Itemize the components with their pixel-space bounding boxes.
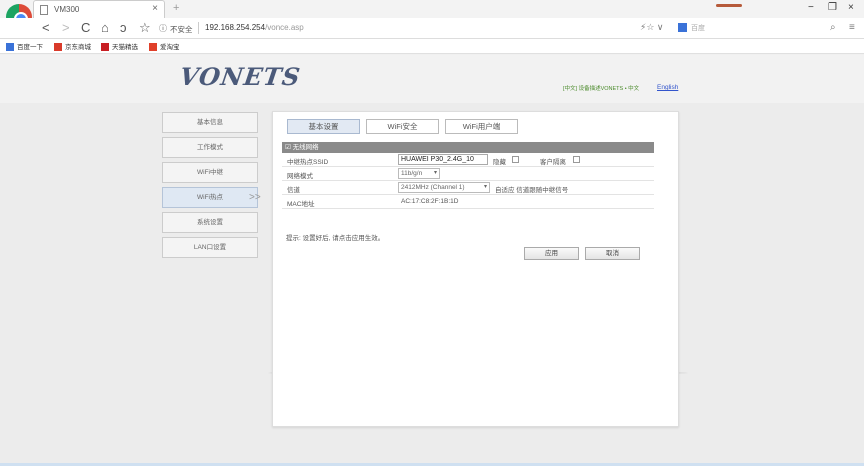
hint-text: 提示: 设置好后, 请点击应用生效。: [286, 235, 385, 242]
bookmark-item[interactable]: 京东商城: [54, 41, 91, 52]
bookmark-item[interactable]: 爱淘宝: [149, 41, 180, 52]
url-path: /vonce.asp: [265, 23, 304, 32]
search-icon[interactable]: ⌕: [830, 22, 836, 33]
tab-wifi-clients[interactable]: WiFi用户端: [445, 119, 518, 134]
home-button[interactable]: ⌂: [101, 20, 109, 35]
mode-label: 网络模式: [287, 173, 313, 180]
url-host: 192.168.254.254: [205, 23, 266, 32]
close-window-button[interactable]: ×: [848, 2, 854, 13]
page-header: VONETS [中文] 设备描述VONETS • 中文 English: [0, 55, 864, 103]
sidebar-item-wifi-hotspot[interactable]: WiFi热点 >>: [162, 187, 261, 208]
mac-label: MAC地址: [287, 201, 315, 208]
bookmark-star-icon[interactable]: ☆: [139, 20, 151, 36]
tab-wifi-security[interactable]: WiFi安全: [366, 119, 439, 134]
tab-close-icon[interactable]: ×: [152, 3, 158, 14]
sidebar-item-lan-settings[interactable]: LAN口设置: [162, 237, 258, 258]
sidebar-item-work-mode[interactable]: 工作模式: [162, 137, 258, 158]
bookmark-item[interactable]: 天猫精选: [101, 41, 138, 52]
language-info: [中文] 设备描述VONETS • 中文: [563, 86, 640, 92]
undo-button[interactable]: ↄ: [120, 20, 127, 35]
channel-label: 信道: [287, 187, 300, 194]
settings-panel: 基本设置 WiFi安全 WiFi用户端 ☑ 无线网络 中继热点SSID HUAW…: [272, 111, 679, 427]
search-box[interactable]: 百度: [675, 22, 810, 34]
ssid-input[interactable]: HUAWEI P30_2.4G_10: [398, 154, 488, 165]
address-bar[interactable]: 192.168.254.254/vonce.asp: [205, 23, 304, 32]
active-arrow-icon: >>: [249, 192, 261, 203]
tab-basic-settings[interactable]: 基本设置: [287, 119, 360, 134]
vonets-logo: VONETS: [177, 62, 303, 91]
menu-icon[interactable]: ≡: [849, 22, 855, 33]
reload-button[interactable]: C: [81, 20, 90, 35]
ssid-label: 中继热点SSID: [287, 159, 329, 166]
wireless-section: ☑ 无线网络 中继热点SSID HUAWEI P30_2.4G_10 隐藏 客户…: [282, 142, 654, 209]
tab-title: VM300: [54, 5, 80, 14]
minimize-button[interactable]: −: [808, 2, 814, 13]
ssid-row: 中继热点SSID HUAWEI P30_2.4G_10 隐藏 客户隔离: [282, 153, 654, 167]
hide-label: 隐藏: [493, 159, 506, 166]
browser-tab[interactable]: VM300 ×: [33, 0, 165, 18]
apply-button[interactable]: 应用: [524, 247, 579, 260]
new-tab-button[interactable]: +: [173, 2, 179, 14]
browser-titlebar: VM300 × + − ❐ ×: [0, 0, 864, 30]
sidebar-item-system-settings[interactable]: 系统设置: [162, 212, 258, 233]
security-status: 不安全: [170, 25, 193, 34]
channel-select[interactable]: 2412MHz (Channel 1) ▾: [398, 182, 490, 193]
page-icon: [40, 5, 48, 15]
section-title: ☑ 无线网络: [282, 142, 654, 153]
bookmark-item[interactable]: 百度一下: [6, 41, 43, 52]
address-divider: [198, 22, 199, 34]
search-placeholder: 百度: [691, 25, 705, 32]
chevron-down-icon: ▾: [433, 170, 437, 176]
isolation-label: 客户隔离: [540, 159, 566, 166]
channel-note: 自适应 信道跟随中继信号: [495, 187, 569, 194]
chevron-down-icon: ▾: [483, 184, 487, 190]
sidebar-item-wifi-repeater[interactable]: WiFi中继: [162, 162, 258, 183]
mode-row: 网络模式 11b/g/n ▾: [282, 167, 654, 181]
maximize-button[interactable]: ❐: [828, 2, 837, 13]
mac-row: MAC地址 AC:17:C8:2F:1B:1D: [282, 195, 654, 209]
isolation-checkbox[interactable]: [573, 156, 580, 163]
hide-checkbox[interactable]: [512, 156, 519, 163]
web-page: VONETS [中文] 设备描述VONETS • 中文 English 基本信息…: [0, 55, 864, 466]
user-icon[interactable]: [716, 4, 742, 7]
cancel-button[interactable]: 取消: [585, 247, 640, 260]
forward-button[interactable]: >: [62, 20, 70, 35]
address-actions[interactable]: ⚡☆ ∨: [640, 22, 663, 33]
bookmarks-bar: 百度一下 京东商城 天猫精选 爱淘宝: [0, 39, 864, 54]
security-info-icon[interactable]: ⓘ: [159, 23, 167, 34]
mac-value: AC:17:C8:2F:1B:1D: [401, 198, 459, 205]
english-link[interactable]: English: [657, 84, 678, 91]
search-engine-icon: [678, 23, 687, 32]
sidebar-item-basic-info[interactable]: 基本信息: [162, 112, 258, 133]
channel-row: 信道 2412MHz (Channel 1) ▾ 自适应 信道跟随中继信号: [282, 181, 654, 195]
mode-select[interactable]: 11b/g/n ▾: [398, 168, 440, 179]
back-button[interactable]: <: [42, 20, 50, 35]
browser-toolbar: < > C ⌂ ↄ ☆ ⓘ 不安全 192.168.254.254/vonce.…: [0, 18, 864, 39]
